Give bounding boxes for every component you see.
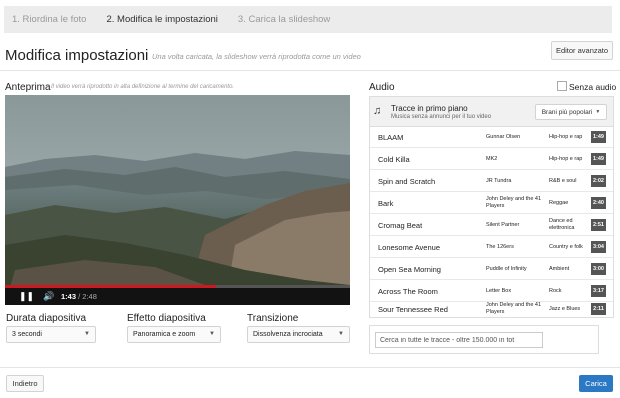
track-row[interactable]: Cold Killa MK2 Hip-hop e rap 1:49 [370,149,613,170]
track-genre: R&B e soul [549,178,577,184]
track-duration: 3:00 [591,263,606,275]
advanced-editor-button[interactable]: Editor avanzato [551,41,613,60]
chevron-down-icon: ▼ [209,331,215,337]
current-time: 1:43 [61,292,77,301]
track-artist: Letter Box [486,288,512,294]
track-genre: Country e folk [549,244,583,250]
video-player[interactable]: ❚❚ 🔊 1:43 / 2:48 [5,95,350,305]
header-divider [0,70,620,71]
track-duration: 3:04 [591,241,606,253]
track-row[interactable]: Cromag Beat Silent Partner Dance ed elet… [370,215,613,236]
track-title: Cold Killa [378,155,410,164]
transition-select[interactable]: Dissolvenza incrociata ▼ [247,326,350,343]
progress-bar[interactable] [5,285,350,288]
no-audio-label[interactable]: Senza audio [569,82,616,92]
footer-divider [0,367,620,368]
total-duration: 2:48 [82,292,97,301]
chevron-down-icon: ▼ [338,331,344,337]
featured-tracks-subtitle: Musica senza annunci per il tuo video [391,114,492,120]
track-duration: 2:11 [591,303,606,315]
player-controls: ❚❚ 🔊 1:43 / 2:48 [5,285,350,305]
effect-value: Panoramica e zoom [133,331,196,338]
transition-value: Dissolvenza incrociata [253,331,323,338]
chevron-down-icon: ▼ [84,331,90,337]
duration-select[interactable]: 3 secondi ▼ [6,326,96,343]
track-genre: Rock [549,288,562,294]
preview-label: Anteprima [5,82,51,93]
upload-button[interactable]: Carica [579,375,613,392]
step-settings[interactable]: 2. Modifica le impostazioni [106,14,217,25]
pause-icon[interactable]: ❚❚ [19,291,34,302]
track-artist: Puddle of Infinity [486,266,527,272]
track-genre: Hip-hop e rap [549,134,583,140]
track-title: BLAAM [378,133,404,142]
track-genre: Jazz e Blues [549,306,581,312]
track-row[interactable]: Sour Tennessee Red John Deley and the 41… [370,299,613,320]
track-search-input[interactable] [375,332,543,348]
audio-panel-header: ♫ Tracce in primo piano Musica senza ann… [370,97,613,127]
steps-bar: 1. Riordina le foto 2. Modifica le impos… [4,6,612,33]
preview-note: Il video verrà riprodotto in alta defini… [51,84,235,90]
track-title: Cromag Beat [378,221,423,230]
popular-tracks-dropdown[interactable]: Brani più popolari ▼ [535,104,607,120]
track-duration: 2:51 [591,219,606,231]
track-genre: Hip-hop e rap [549,156,583,162]
step-reorder[interactable]: 1. Riordina le foto [12,14,86,25]
track-artist: MK2 [486,156,498,162]
track-genre: Dance ed elettronica [549,218,575,231]
chevron-down-icon: ▼ [595,109,601,115]
track-row[interactable]: Lonesome Avenue The 126ers Country e fol… [370,237,613,258]
page-title: Modifica impostazioni [5,47,149,64]
popular-tracks-label: Brani più popolari [541,108,593,116]
track-title: Bark [378,199,394,208]
page-subtitle: Una volta caricata, la slideshow verrà r… [152,52,361,61]
track-row[interactable]: BLAAM Gunnar Olsen Hip-hop e rap 1:49 [370,127,613,148]
time-display: 1:43 / 2:48 [61,291,97,302]
track-duration: 1:49 [591,131,606,143]
track-row[interactable]: Open Sea Morning Puddle of Infinity Ambi… [370,259,613,280]
back-button[interactable]: Indietro [6,375,44,392]
duration-label: Durata diapositiva [6,313,87,324]
landscape-image [5,95,350,305]
track-artist: Gunnar Olsen [486,134,521,140]
track-artist: John Deley and the 41 Players [486,302,542,315]
transition-label: Transizione [247,313,299,324]
track-artist: JR Tundra [486,178,512,184]
audio-label: Audio [369,82,395,93]
effect-label: Effetto diapositiva [127,313,206,324]
volume-icon[interactable]: 🔊 [43,291,54,302]
track-duration: 3:17 [591,285,606,297]
audio-panel: ♫ Tracce in primo piano Musica senza ann… [369,96,614,318]
track-title: Lonesome Avenue [378,243,440,252]
effect-select[interactable]: Panoramica e zoom ▼ [127,326,221,343]
track-title: Across The Room [378,287,438,296]
track-title: Open Sea Morning [378,265,441,274]
music-note-icon: ♫ [373,105,382,117]
track-duration: 2:40 [591,197,606,209]
featured-tracks-title: Tracce in primo piano [391,104,468,113]
duration-value: 3 secondi [12,331,42,338]
track-title: Sour Tennessee Red [378,305,448,314]
progress-fill [5,285,217,288]
track-genre: Reggae [549,200,569,206]
track-title: Spin and Scratch [378,177,436,186]
track-artist: John Deley and the 41 Players [486,196,542,209]
track-genre: Ambient [549,266,570,272]
track-artist: The 126ers [486,244,514,250]
track-row[interactable]: Bark John Deley and the 41 Players Regga… [370,193,613,214]
track-duration: 2:02 [591,175,606,187]
track-artist: Silent Partner [486,222,520,228]
track-row[interactable]: Spin and Scratch JR Tundra R&B e soul 2:… [370,171,613,192]
step-upload[interactable]: 3. Carica la slideshow [238,14,330,25]
no-audio-checkbox[interactable] [557,81,567,91]
track-search-box [369,325,599,354]
track-duration: 1:49 [591,153,606,165]
